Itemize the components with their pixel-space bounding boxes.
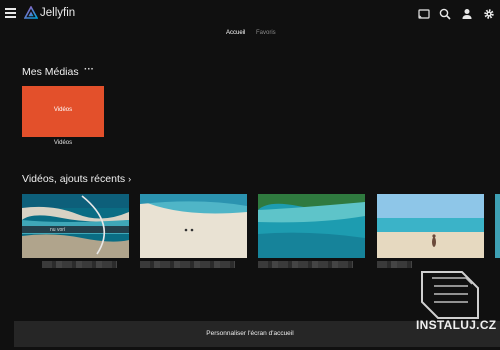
library-section-title: Mes Médias [22, 66, 79, 78]
settings-icon[interactable] [482, 7, 496, 21]
app-title: Jellyfin [40, 7, 76, 19]
library-tile-label: Vidéos [53, 107, 73, 113]
media-card[interactable] [258, 194, 365, 258]
media-card[interactable] [377, 194, 484, 258]
video-thumbnail [22, 194, 129, 258]
media-meta [377, 261, 412, 268]
media-card-partial[interactable] [495, 194, 500, 258]
jellyfin-logo-icon[interactable] [24, 6, 38, 20]
media-meta [140, 261, 235, 268]
media-card[interactable]: nu vorí [22, 194, 129, 258]
cast-icon[interactable] [417, 7, 431, 21]
media-meta [42, 261, 117, 268]
recent-section-title-text: Vidéos, ajouts récents [22, 173, 126, 185]
video-thumbnail [258, 194, 365, 258]
home-tabs: Accueil Favoris [0, 30, 500, 42]
library-tile-videos[interactable]: Vidéos [22, 86, 104, 137]
search-icon[interactable] [438, 7, 452, 21]
library-caption[interactable]: Vidéos [22, 140, 104, 146]
user-icon[interactable] [460, 7, 474, 21]
video-thumbnail [140, 194, 247, 258]
top-bar: Jellyfin [0, 0, 500, 28]
tab-accueil[interactable]: Accueil [226, 30, 245, 36]
chevron-right-icon: › [128, 174, 132, 184]
more-options-icon[interactable]: ··· [84, 64, 94, 75]
video-thumbnail [377, 194, 484, 258]
tab-favoris[interactable]: Favoris [256, 30, 276, 36]
media-meta [258, 261, 353, 268]
recent-section-title[interactable]: Vidéos, ajouts récents › [22, 173, 131, 185]
watermark-text: INSTALUJ.CZ [416, 318, 497, 332]
menu-icon[interactable] [5, 8, 16, 18]
media-card[interactable] [140, 194, 247, 258]
thumbnail-overlay-text: nu vorí [50, 227, 66, 233]
